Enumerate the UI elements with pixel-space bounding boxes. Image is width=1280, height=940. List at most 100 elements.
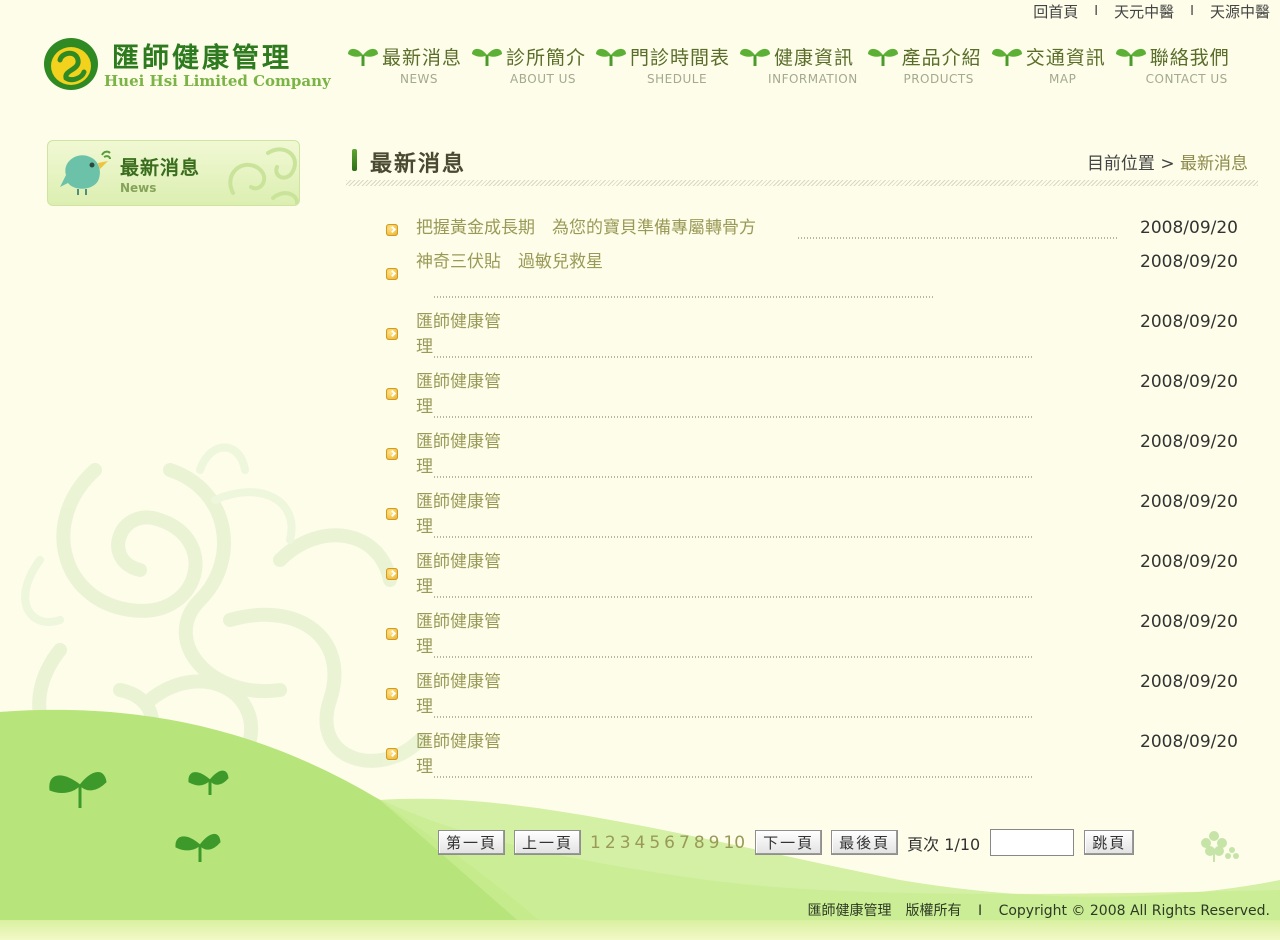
side-section-title: 最新消息 News [47, 140, 300, 206]
dotted-leader [434, 656, 1034, 658]
news-row: 把握黃金成長期 為您的寶貝準備專屬轉骨方 2008/09/20 [386, 216, 1246, 250]
bullet-arrow-icon [386, 448, 398, 460]
first-page-button[interactable]: 第一頁 [438, 830, 506, 855]
nav-label-cn: 最新消息 [382, 46, 463, 69]
logo-name-cn: 匯師健康管理 [112, 43, 292, 74]
dotted-leader [434, 596, 1034, 598]
prev-page-button[interactable]: 上一頁 [514, 830, 582, 855]
news-row: 匯師健康管理 2008/09/20 [386, 430, 1246, 490]
news-link[interactable]: 匯師健康管理 [416, 430, 514, 480]
news-link[interactable]: 匯師健康管理 [416, 550, 514, 600]
tianyuan-source-clinic-link[interactable]: 天源中醫 [1210, 1, 1270, 22]
dotted-leader [434, 776, 1034, 778]
sprout-icon [472, 48, 503, 66]
last-page-button[interactable]: 最後頁 [831, 830, 899, 855]
news-date: 2008/09/20 [1140, 672, 1238, 692]
nav-label-en: PRODUCTS [903, 72, 974, 86]
nav-item-contact[interactable]: 聯絡我們 CONTACT US [1114, 42, 1230, 86]
sprout-icon [991, 48, 1022, 66]
jump-page-button[interactable]: 跳頁 [1084, 830, 1135, 855]
news-row: 匯師健康管理 2008/09/20 [386, 730, 1246, 790]
page-number-link[interactable]: 6 [664, 833, 675, 853]
nav-item-schedule[interactable]: 門診時間表 SHEDULE [594, 42, 730, 86]
title-marker-icon [352, 149, 357, 171]
nav-item-products[interactable]: 產品介紹 PRODUCTS [866, 42, 982, 86]
news-row: 匯師健康管理 2008/09/20 [386, 670, 1246, 730]
nav-item-about[interactable]: 診所簡介 ABOUT US [470, 42, 586, 86]
footer-band [0, 920, 1280, 940]
nav-label-cn: 診所簡介 [506, 46, 587, 69]
separator: I [1190, 3, 1194, 19]
news-link[interactable]: 匯師健康管理 [416, 370, 514, 420]
page-number-link[interactable]: 8 [694, 833, 705, 853]
bullet-arrow-icon [386, 568, 398, 580]
news-row: 匯師健康管理 2008/09/20 [386, 310, 1246, 370]
header-divider [346, 180, 1258, 186]
nav-item-map[interactable]: 交通資訊 MAP [990, 42, 1106, 86]
news-row: 匯師健康管理 2008/09/20 [386, 490, 1246, 550]
bullet-arrow-icon [386, 268, 398, 280]
side-title-en: News [120, 181, 157, 195]
bullet-arrow-icon [386, 388, 398, 400]
side-title-cn: 最新消息 [120, 157, 201, 179]
page-number-link[interactable]: 4 [635, 833, 646, 853]
swirl-decoration-icon [228, 147, 299, 205]
news-link[interactable]: 匯師健康管理 [416, 730, 514, 780]
logo[interactable]: 匯師健康管理 Huei Hsi Limited Company [42, 34, 331, 94]
bullet-arrow-icon [386, 688, 398, 700]
nav-label-en: NEWS [399, 72, 439, 86]
page-number-link[interactable]: 7 [679, 833, 690, 853]
news-link[interactable]: 神奇三伏貼 過敏兒救星 [416, 250, 610, 275]
news-link[interactable]: 匯師健康管理 [416, 490, 514, 540]
page-number-link[interactable]: 3 [620, 833, 631, 853]
news-date: 2008/09/20 [1140, 732, 1238, 752]
logo-name-en: Huei Hsi Limited Company [104, 72, 331, 90]
nav-label-en: ABOUT US [510, 72, 577, 86]
nav-label-cn: 門診時間表 [630, 46, 731, 69]
footer: 匯師健康管理 版權所有 I Copyright © 2008 All Right… [808, 900, 1270, 920]
home-link[interactable]: 回首頁 [1033, 1, 1078, 22]
news-link[interactable]: 匯師健康管理 [416, 610, 514, 660]
dotted-leader [798, 237, 1118, 239]
nav-label-cn: 聯絡我們 [1149, 46, 1230, 69]
dotted-leader [434, 296, 934, 298]
nav-label-en: SHEDULE [647, 72, 708, 86]
sprout-icon [348, 48, 378, 66]
bird-icon [60, 150, 111, 195]
news-date: 2008/09/20 [1140, 552, 1238, 572]
dotted-leader [434, 476, 1034, 478]
page-number-link[interactable]: 10 [723, 833, 745, 853]
page-number-link[interactable]: 1 [590, 833, 601, 853]
nav-item-news[interactable]: 最新消息 NEWS [346, 42, 462, 86]
breadcrumb-current: 最新消息 [1180, 154, 1248, 174]
news-date: 2008/09/20 [1140, 372, 1238, 392]
news-link[interactable]: 匯師健康管理 [416, 310, 514, 360]
next-page-button[interactable]: 下一頁 [755, 830, 823, 855]
page-number-link[interactable]: 5 [649, 833, 660, 853]
news-date: 2008/09/20 [1140, 612, 1238, 632]
page-number-link[interactable]: 9 [709, 833, 720, 853]
breadcrumb-arrow: > [1160, 154, 1175, 174]
page-value: 1/10 [944, 834, 981, 854]
footer-copyright: Copyright © 2008 All Rights Reserved. [998, 903, 1270, 919]
news-row: 匯師健康管理 2008/09/20 [386, 550, 1246, 610]
pagination: 第一頁 上一頁 1 2 3 4 5 6 7 8 9 10 下一頁 最後頁 頁次 … [438, 829, 1143, 856]
tianyuan-clinic-link[interactable]: 天元中醫 [1114, 1, 1174, 22]
page-label: 頁次 [907, 834, 940, 854]
separator: I [977, 903, 983, 919]
bullet-arrow-icon [386, 508, 398, 520]
news-link[interactable]: 把握黃金成長期 為您的寶貝準備專屬轉骨方 [416, 216, 756, 241]
news-link[interactable]: 匯師健康管理 [416, 670, 514, 720]
news-row: 匯師健康管理 2008/09/20 [386, 610, 1246, 670]
news-row: 匯師健康管理 2008/09/20 [386, 370, 1246, 430]
breadcrumb: 目前位置 > 最新消息 [1087, 149, 1248, 174]
news-date: 2008/09/20 [1140, 432, 1238, 452]
dotted-leader [434, 356, 1034, 358]
nav-label-cn: 產品介紹 [901, 46, 982, 69]
jump-page-input[interactable] [990, 829, 1075, 856]
nav-label-cn: 交通資訊 [1025, 46, 1106, 69]
news-row: 神奇三伏貼 過敏兒救星 2008/09/20 [386, 250, 1246, 310]
page-number-link[interactable]: 2 [605, 833, 616, 853]
news-list: 把握黃金成長期 為您的寶貝準備專屬轉骨方 2008/09/20 神奇三伏貼 過敏… [386, 216, 1246, 790]
nav-item-information[interactable]: 健康資訊 INFORMATION [738, 42, 858, 86]
